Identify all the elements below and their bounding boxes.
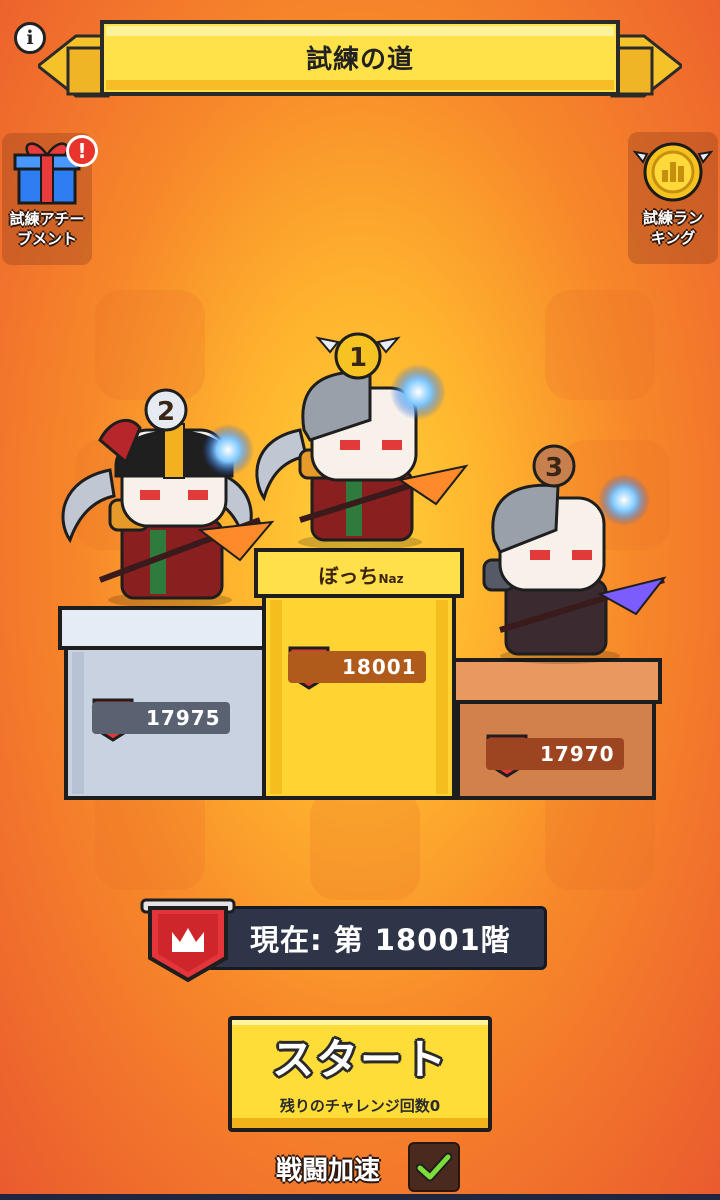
battle-speed-label: 戦闘加速 xyxy=(276,1156,381,1186)
start-label: スタート xyxy=(271,1035,448,1084)
current-floor-text: 現在: 第 18001階 xyxy=(250,923,511,957)
current-floor-bar: 現在: 第 18001階 xyxy=(205,906,547,970)
podium: 2 1 3 xyxy=(58,332,667,800)
start-button[interactable]: スタート 残りのチャレンジ回数0 xyxy=(228,1016,492,1132)
rank-1-label: 1 xyxy=(349,343,367,373)
checkmark-icon xyxy=(416,1152,452,1182)
character-second: 2 xyxy=(61,388,275,608)
bottom-strip xyxy=(0,1194,720,1200)
battle-speed-checkbox[interactable] xyxy=(408,1142,460,1192)
second-score: 17975 xyxy=(92,702,230,734)
character-first: 1 xyxy=(255,332,469,550)
podium-third-block xyxy=(450,658,662,800)
rank-2-label: 2 xyxy=(157,397,175,427)
crown-banner-icon xyxy=(140,898,236,983)
rank-3-label: 3 xyxy=(545,453,563,483)
third-score: 17970 xyxy=(486,738,624,770)
first-place-name: ぼっちNaz xyxy=(318,564,404,588)
remaining-challenges: 残りのチャレンジ回数0 xyxy=(279,1097,441,1115)
character-third: 3 xyxy=(482,444,667,664)
first-score: 18001 xyxy=(288,651,426,683)
